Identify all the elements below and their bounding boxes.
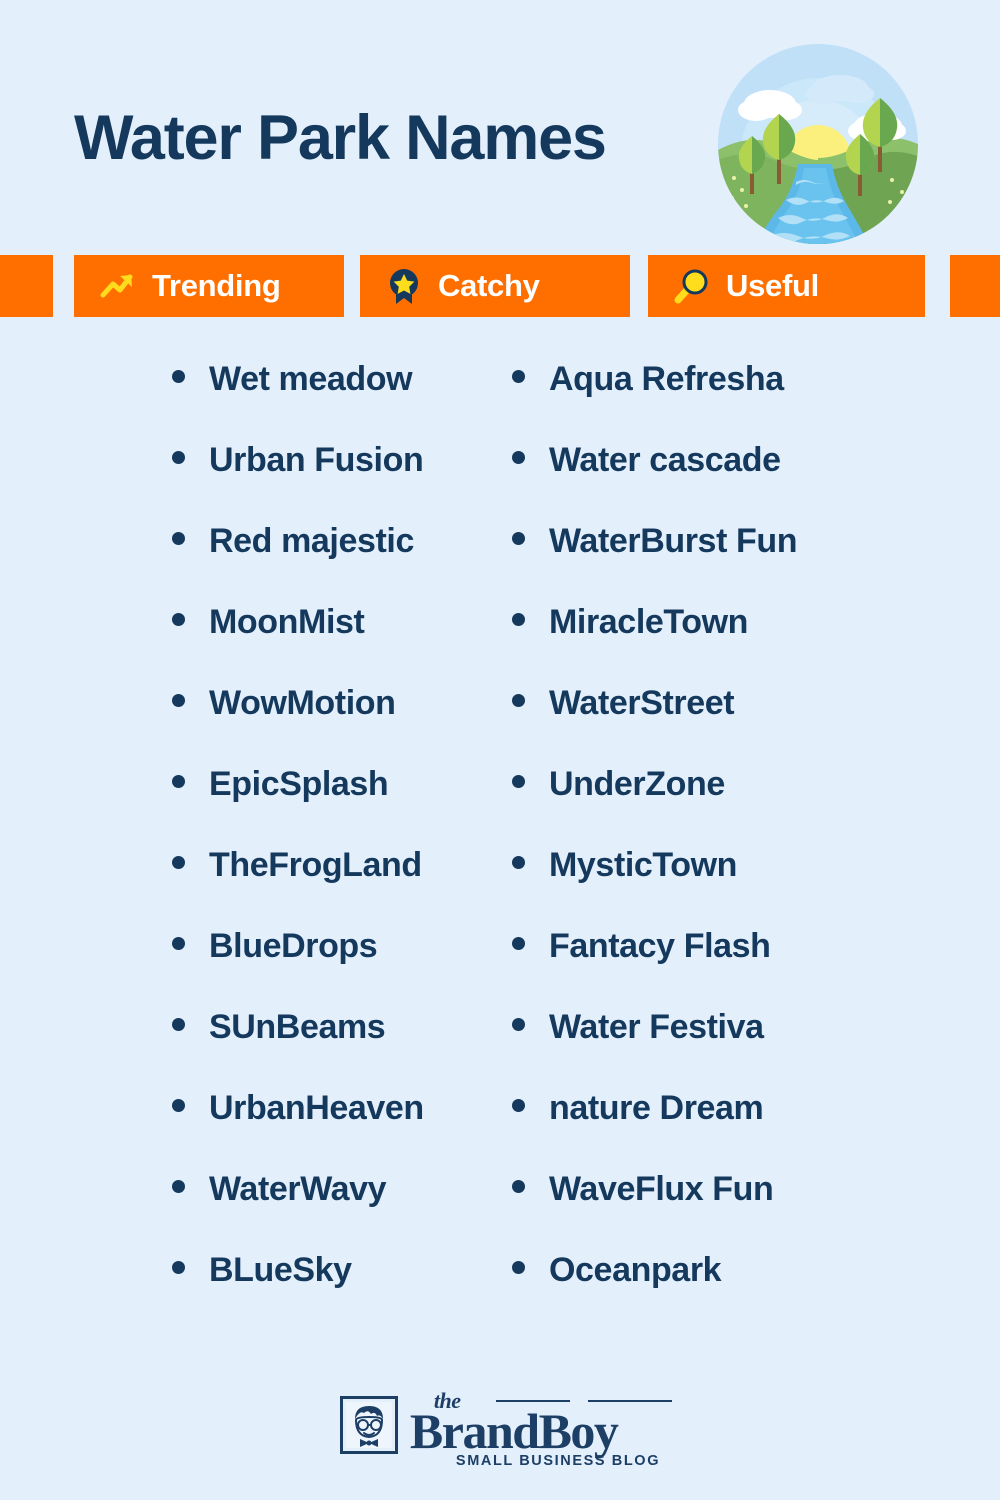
list-item: SUnBeams xyxy=(172,1008,512,1089)
list-bullet-icon xyxy=(172,1261,185,1274)
badge-trending[interactable]: Trending xyxy=(74,255,344,317)
list-bullet-icon xyxy=(512,613,525,626)
name-text: nature Dream xyxy=(549,1089,764,1127)
list-item: Aqua Refresha xyxy=(512,360,932,441)
trending-up-icon xyxy=(100,267,136,305)
name-text: UnderZone xyxy=(549,765,725,803)
name-text: Oceanpark xyxy=(549,1251,722,1289)
list-item: MysticTown xyxy=(512,846,932,927)
list-item: WaveFlux Fun xyxy=(512,1170,932,1251)
name-text: Red majestic xyxy=(209,522,414,560)
list-bullet-icon xyxy=(172,532,185,545)
name-text: TheFrogLand xyxy=(209,846,422,884)
list-item: Water cascade xyxy=(512,441,932,522)
list-bullet-icon xyxy=(172,1099,185,1112)
name-text: WaterWavy xyxy=(209,1170,387,1208)
names-column-left: Wet meadow Urban Fusion Red majestic MoonMi… xyxy=(172,360,512,1332)
name-text: Urban Fusion xyxy=(209,441,424,479)
list-item: WaterWavy xyxy=(172,1170,512,1251)
list-item: BlueDrops xyxy=(172,927,512,1008)
list-item: BLueSky xyxy=(172,1251,512,1332)
list-item: EpicSplash xyxy=(172,765,512,846)
badge-bar-partial-cap xyxy=(893,255,925,317)
name-text: WaterStreet xyxy=(549,684,735,722)
name-text: WaveFlux Fun xyxy=(549,1170,774,1208)
list-bullet-icon xyxy=(512,1099,525,1112)
list-item: TheFrogLand xyxy=(172,846,512,927)
badge-bar-left-cap xyxy=(0,255,53,317)
name-text: MysticTown xyxy=(549,846,738,884)
names-section: Wet meadow Urban Fusion Red majestic MoonMi… xyxy=(0,360,1000,1332)
badge-bar: Trending Catchy Useful xyxy=(0,255,1000,317)
name-text: BlueDrops xyxy=(209,927,378,965)
list-bullet-icon xyxy=(172,613,185,626)
list-item: UrbanHeaven xyxy=(172,1089,512,1170)
list-bullet-icon xyxy=(512,937,525,950)
logo-rule-right xyxy=(587,1400,672,1402)
award-ribbon-icon xyxy=(386,267,422,305)
logo-rule-left xyxy=(495,1400,570,1402)
name-text: MoonMist xyxy=(209,603,365,641)
list-bullet-icon xyxy=(172,856,185,869)
footer: the BrandBoy SMALL BUSINESS BLOG xyxy=(0,1388,1000,1469)
names-column-right: Aqua Refresha Water cascade WaterBurst Fun… xyxy=(512,360,932,1332)
list-bullet-icon xyxy=(172,1018,185,1031)
list-bullet-icon xyxy=(172,1180,185,1193)
name-text: WaterBurst Fun xyxy=(549,522,798,560)
magnifying-glass-icon xyxy=(674,267,710,305)
list-bullet-icon xyxy=(512,1261,525,1274)
list-bullet-icon xyxy=(512,775,525,788)
list-bullet-icon xyxy=(172,451,185,464)
list-item: WowMotion xyxy=(172,684,512,765)
name-text: SUnBeams xyxy=(209,1008,386,1046)
list-bullet-icon xyxy=(512,532,525,545)
name-text: Water Festiva xyxy=(549,1008,764,1046)
brandboy-wordmark: the BrandBoy SMALL BUSINESS BLOG xyxy=(410,1388,672,1469)
name-text: UrbanHeaven xyxy=(209,1089,424,1127)
nature-river-sunset-icon xyxy=(712,38,924,250)
badge-useful[interactable]: Useful xyxy=(648,255,925,317)
list-item: WaterStreet xyxy=(512,684,932,765)
list-bullet-icon xyxy=(172,370,185,383)
name-text: Water cascade xyxy=(549,441,781,479)
logo-the-text: the xyxy=(433,1388,461,1413)
list-item: Fantacy Flash xyxy=(512,927,932,1008)
name-text: Aqua Refresha xyxy=(549,360,784,398)
header: Water Park Names xyxy=(0,0,1000,248)
list-item: Red majestic xyxy=(172,522,512,603)
list-item: nature Dream xyxy=(512,1089,932,1170)
page-title: Water Park Names xyxy=(74,103,607,173)
name-text: MiracleTown xyxy=(549,603,749,641)
list-item: Water Festiva xyxy=(512,1008,932,1089)
list-item: MoonMist xyxy=(172,603,512,684)
name-text: EpicSplash xyxy=(209,765,389,803)
badge-trending-label: Trending xyxy=(152,268,281,303)
list-item: Urban Fusion xyxy=(172,441,512,522)
badge-useful-label: Useful xyxy=(726,268,819,303)
list-item: Oceanpark xyxy=(512,1251,932,1332)
list-bullet-icon xyxy=(512,1180,525,1193)
list-bullet-icon xyxy=(172,694,185,707)
brandboy-logo[interactable]: the BrandBoy SMALL BUSINESS BLOG xyxy=(339,1388,672,1469)
list-item: Wet meadow xyxy=(172,360,512,441)
list-bullet-icon xyxy=(512,370,525,383)
list-bullet-icon xyxy=(172,775,185,788)
name-text: Fantacy Flash xyxy=(549,927,771,965)
list-bullet-icon xyxy=(512,694,525,707)
badge-catchy[interactable]: Catchy xyxy=(360,255,630,317)
list-bullet-icon xyxy=(512,856,525,869)
list-bullet-icon xyxy=(172,937,185,950)
badge-bar-right-cap xyxy=(950,255,1000,317)
list-bullet-icon xyxy=(512,1018,525,1031)
badge-catchy-label: Catchy xyxy=(438,268,540,303)
list-item: MiracleTown xyxy=(512,603,932,684)
name-text: WowMotion xyxy=(209,684,396,722)
list-bullet-icon xyxy=(512,451,525,464)
list-item: WaterBurst Fun xyxy=(512,522,932,603)
name-text: BLueSky xyxy=(209,1251,352,1289)
name-text: Wet meadow xyxy=(209,360,413,398)
list-item: UnderZone xyxy=(512,765,932,846)
boy-face-icon xyxy=(339,1396,398,1454)
